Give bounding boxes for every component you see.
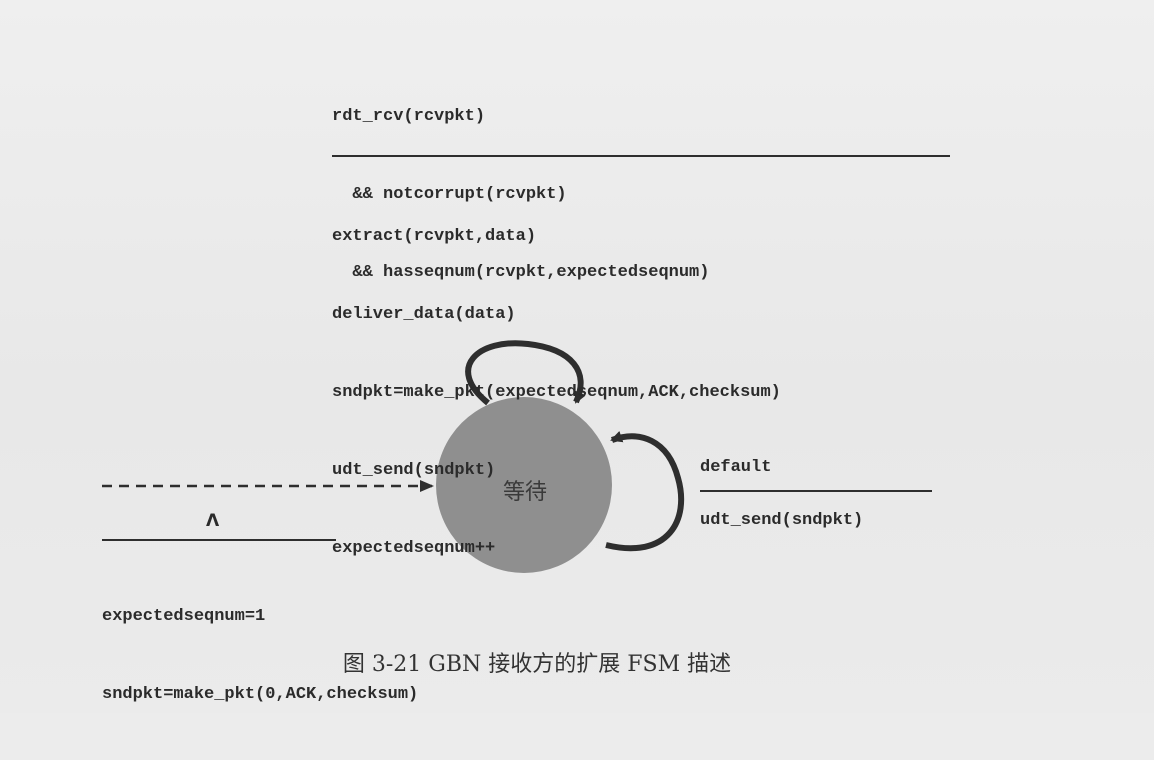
fsm-figure: rdt_rcv(rcvpkt) && notcorrupt(rcvpkt) &&… — [0, 0, 1154, 713]
initial-action-line-2: sndpkt=make_pkt(0,ACK,checksum) — [102, 685, 419, 704]
wait-state-label: 等待 — [502, 480, 547, 505]
top-action-line-2: deliver_data(data) — [332, 305, 516, 324]
top-transition-actions: extract(rcvpkt,data) deliver_data(data) … — [332, 172, 781, 614]
initial-transition-divider — [102, 539, 336, 541]
initial-action-line-1: expectedseqnum=1 — [102, 607, 266, 626]
default-event-label: default — [700, 458, 772, 477]
top-action-line-1: extract(rcvpkt,data) — [332, 227, 537, 246]
default-action-label: udt_send(sndpkt) — [700, 511, 864, 530]
top-event-line-1: rdt_rcv(rcvpkt) — [332, 107, 486, 126]
top-action-line-3: sndpkt=make_pkt(expectedseqnum,ACK,check… — [332, 383, 781, 402]
initial-event-lambda: Λ — [206, 511, 220, 531]
default-transition-divider — [700, 490, 932, 492]
figure-caption: 图 3-21 GBN 接收方的扩展 FSM 描述 — [342, 652, 732, 677]
top-transition-divider — [332, 155, 950, 157]
